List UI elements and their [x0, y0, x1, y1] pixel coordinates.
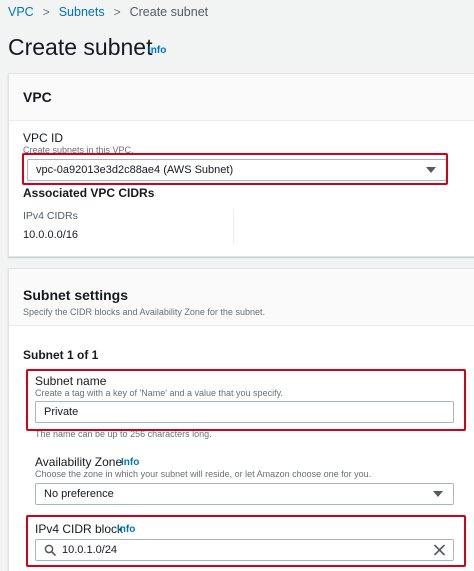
ipv4-cidrs-label: IPv4 CIDRs [23, 210, 78, 222]
caret-down-icon [433, 491, 443, 497]
subnet-name-input-value: Private [44, 406, 79, 418]
subnet-name-input[interactable]: Private [35, 401, 454, 423]
subnet-settings-heading: Subnet settings [23, 287, 129, 303]
vpc-id-description: Create subnets in this VPC. [23, 145, 134, 155]
availability-zone-label: Availability Zone [35, 455, 123, 469]
vpc-id-select[interactable]: vpc-0a92013e3d2c88ae4 (AWS Subnet) [27, 159, 447, 181]
chevron-right-icon: > [42, 5, 50, 19]
subnet-settings-panel: Subnet settings Specify the CIDR blocks … [8, 268, 474, 571]
associated-cidrs-heading: Associated VPC CIDRs [23, 186, 155, 200]
chevron-right-icon: > [113, 5, 121, 19]
subnet-settings-description: Specify the CIDR blocks and Availability… [23, 307, 265, 317]
subnet-count-heading: Subnet 1 of 1 [23, 348, 99, 362]
vpc-panel: VPC VPC ID Create subnets in this VPC. v… [8, 73, 474, 257]
vpc-panel-header [9, 74, 474, 121]
subnet-name-description: Create a tag with a key of 'Name' and a … [35, 388, 283, 398]
availability-zone-select-value: No preference [44, 488, 114, 500]
ipv4-cidr-block-input[interactable]: 10.0.1.0/24 [35, 539, 454, 561]
ipv4-cidr-info-link[interactable]: Info [117, 524, 135, 535]
close-icon[interactable] [434, 544, 445, 556]
ipv4-cidr-block-label: IPv4 CIDR block [35, 522, 124, 536]
ipv4-cidr-block-value: 10.0.1.0/24 [62, 544, 118, 556]
breadcrumb-link-vpc[interactable]: VPC [8, 5, 34, 19]
ipv4-cidrs-value: 10.0.0.0/16 [23, 229, 79, 241]
subnet-name-label: Subnet name [35, 374, 107, 388]
caret-down-icon [426, 167, 436, 173]
subnet-name-constraint: The name can be up to 256 characters lon… [35, 429, 212, 439]
search-icon [44, 544, 56, 556]
column-divider [233, 209, 234, 243]
vpc-id-select-value: vpc-0a92013e3d2c88ae4 (AWS Subnet) [36, 164, 234, 176]
availability-zone-info-link[interactable]: Info [121, 457, 139, 468]
breadcrumb-current: Create subnet [129, 5, 209, 19]
breadcrumb-link-subnets[interactable]: Subnets [59, 5, 105, 19]
vpc-panel-heading: VPC [23, 89, 52, 105]
availability-zone-description: Choose the zone in which your subnet wil… [35, 469, 372, 479]
availability-zone-select[interactable]: No preference [35, 483, 454, 505]
page-info-link[interactable]: Info [148, 45, 166, 56]
page-title: Create subnet [8, 34, 153, 60]
vpc-id-label: VPC ID [23, 131, 64, 145]
breadcrumb: VPC > Subnets > Create subnet [8, 4, 208, 20]
